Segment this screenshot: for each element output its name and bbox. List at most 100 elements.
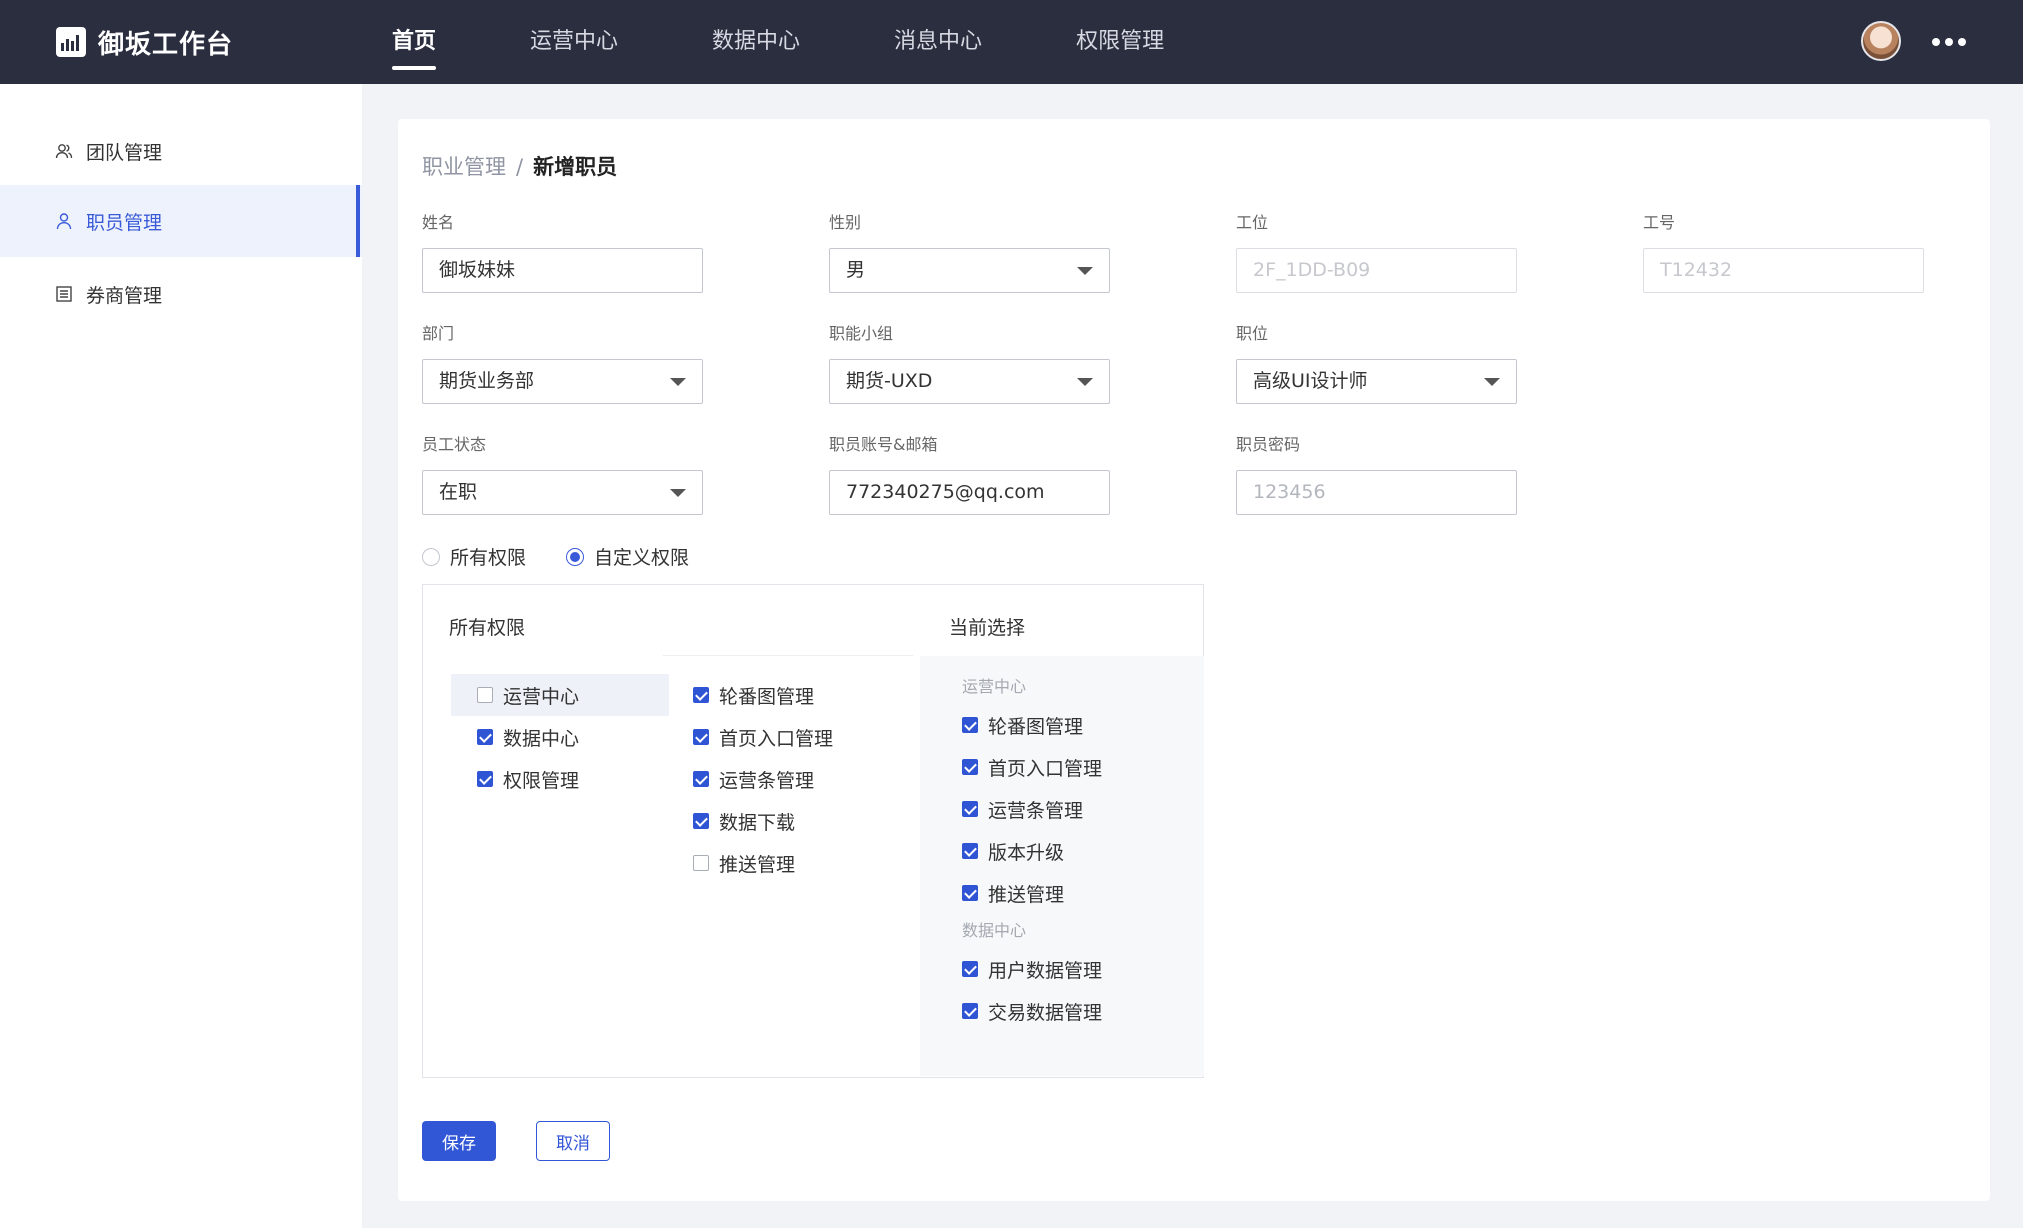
user-avatar[interactable] [1861, 21, 1901, 61]
name-field: 姓名 御坂妹妹 [422, 212, 703, 293]
sidebar-item-label: 团队管理 [86, 141, 163, 164]
breadcrumb: 职业管理 / 新增职员 [422, 151, 617, 181]
group-field: 职能小组 期货-UXD [829, 323, 1110, 404]
sidebar-item-team[interactable]: 团队管理 [0, 115, 362, 187]
module-item-permissions[interactable]: 权限管理 [477, 758, 579, 800]
current-selection-title: 当前选择 [949, 617, 1026, 639]
sub-item-push[interactable]: 推送管理 [693, 842, 833, 884]
cancel-button[interactable]: 取消 [536, 1121, 610, 1161]
group-select[interactable]: 期货-UXD [829, 359, 1110, 404]
radio-checked-icon [566, 547, 585, 566]
main-nav: 首页 运营中心 数据中心 消息中心 权限管理 [392, 0, 1258, 84]
sub-item-label: 首页入口管理 [719, 727, 834, 750]
breadcrumb-current: 新增职员 [533, 155, 618, 179]
selected-item-label: 轮番图管理 [988, 715, 1084, 738]
position-label: 职位 [1236, 324, 1269, 343]
checkbox-checked-icon [693, 729, 709, 745]
selected-item-label: 推送管理 [988, 883, 1065, 906]
seat-input: 2F_1DD-B09 [1236, 248, 1517, 293]
breadcrumb-parent[interactable]: 职业管理 [422, 155, 506, 179]
selected-permissions-panel: 运营中心 轮番图管理 首页入口管理 运营条管理 版本升级 推送管理 数据中心 用… [920, 656, 1204, 1076]
module-item-data[interactable]: 数据中心 [477, 716, 579, 758]
nav-item-operations[interactable]: 运营中心 [530, 0, 618, 84]
nav-item-home[interactable]: 首页 [392, 0, 437, 84]
module-label: 权限管理 [503, 769, 580, 792]
top-nav-bar: 御坂工作台 首页 运营中心 数据中心 消息中心 权限管理 [0, 0, 2023, 84]
selected-item-label: 交易数据管理 [988, 1001, 1103, 1024]
checkbox-checked-icon [962, 717, 978, 733]
checkbox-checked-icon [477, 771, 493, 787]
employee-id-field: 工号 T12432 [1643, 212, 1924, 293]
checkbox-checked-icon [962, 843, 978, 859]
selected-item-label: 版本升级 [988, 841, 1065, 864]
position-select[interactable]: 高级UI设计师 [1236, 359, 1517, 404]
position-field: 职位 高级UI设计师 [1236, 323, 1517, 404]
password-field: 职员密码 123456 [1236, 434, 1517, 515]
password-input[interactable]: 123456 [1236, 470, 1517, 515]
save-button[interactable]: 保存 [422, 1121, 496, 1161]
caret-down-icon [1484, 378, 1500, 386]
radio-label: 自定义权限 [594, 547, 690, 569]
app-title: 御坂工作台 [98, 29, 234, 60]
main-card: 职业管理 / 新增职员 姓名 御坂妹妹 性别 男 工位 2F_1DD-B09 工号 … [398, 119, 1990, 1201]
sub-item-download[interactable]: 数据下载 [693, 800, 833, 842]
module-label: 运营中心 [503, 685, 580, 708]
selected-item[interactable]: 版本升级 [962, 830, 1102, 872]
more-menu-icon[interactable] [1932, 38, 1966, 46]
status-value: 在职 [439, 481, 478, 503]
nav-item-data[interactable]: 数据中心 [712, 0, 800, 84]
checkbox-checked-icon [962, 961, 978, 977]
radio-all-permissions[interactable]: 所有权限 [422, 543, 526, 570]
radio-custom-permissions[interactable]: 自定义权限 [566, 543, 689, 570]
sidebar-item-staff[interactable]: 职员管理 [0, 185, 362, 257]
checkbox-checked-icon [693, 813, 709, 829]
logo-icon [56, 27, 86, 57]
checkbox-unchecked-icon [693, 855, 709, 871]
position-value: 高级UI设计师 [1253, 370, 1368, 392]
checkbox-checked-icon [693, 771, 709, 787]
selected-item[interactable]: 推送管理 [962, 872, 1102, 914]
selected-item[interactable]: 首页入口管理 [962, 746, 1102, 788]
gender-label: 性别 [829, 213, 862, 232]
status-select[interactable]: 在职 [422, 470, 703, 515]
module-list: 运营中心 数据中心 权限管理 [477, 674, 579, 800]
radio-unchecked-icon [422, 547, 440, 566]
module-item-operations[interactable]: 运营中心 [477, 674, 579, 716]
selected-item[interactable]: 用户数据管理 [962, 948, 1102, 990]
account-field: 职员账号&邮箱 772340275@qq.com [829, 434, 1110, 515]
seat-label: 工位 [1236, 213, 1269, 232]
sidebar-item-brokers[interactable]: 券商管理 [0, 258, 362, 330]
caret-down-icon [670, 489, 686, 497]
selected-item[interactable]: 交易数据管理 [962, 990, 1102, 1032]
sidebar: 团队管理 职员管理 券商管理 [0, 84, 362, 1228]
sub-item-carousel[interactable]: 轮番图管理 [693, 674, 833, 716]
account-label: 职员账号&邮箱 [829, 435, 938, 454]
gender-select[interactable]: 男 [829, 248, 1110, 293]
team-icon [54, 141, 74, 161]
sub-item-home-entry[interactable]: 首页入口管理 [693, 716, 833, 758]
employee-id-input: T12432 [1643, 248, 1924, 293]
sub-item-banner[interactable]: 运营条管理 [693, 758, 833, 800]
sub-item-label: 数据下载 [719, 811, 796, 834]
password-label: 职员密码 [1236, 435, 1301, 454]
selected-item[interactable]: 轮番图管理 [962, 704, 1102, 746]
selected-group-title: 运营中心 [962, 677, 1027, 696]
selected-item-label: 运营条管理 [988, 799, 1084, 822]
name-input[interactable]: 御坂妹妹 [422, 248, 703, 293]
department-field: 部门 期货业务部 [422, 323, 703, 404]
nav-item-messages[interactable]: 消息中心 [894, 0, 982, 84]
user-icon [54, 211, 74, 231]
seat-field: 工位 2F_1DD-B09 [1236, 212, 1517, 293]
checkbox-checked-icon [962, 885, 978, 901]
selected-group-title: 数据中心 [962, 921, 1027, 940]
status-field: 员工状态 在职 [422, 434, 703, 515]
employee-id-label: 工号 [1643, 213, 1676, 232]
checkbox-checked-icon [962, 759, 978, 775]
sub-item-label: 推送管理 [719, 853, 796, 876]
nav-item-permissions[interactable]: 权限管理 [1076, 0, 1164, 84]
account-input[interactable]: 772340275@qq.com [829, 470, 1110, 515]
selected-item[interactable]: 运营条管理 [962, 788, 1102, 830]
department-select[interactable]: 期货业务部 [422, 359, 703, 404]
app-logo[interactable]: 御坂工作台 [56, 26, 234, 60]
caret-down-icon [1077, 378, 1093, 386]
